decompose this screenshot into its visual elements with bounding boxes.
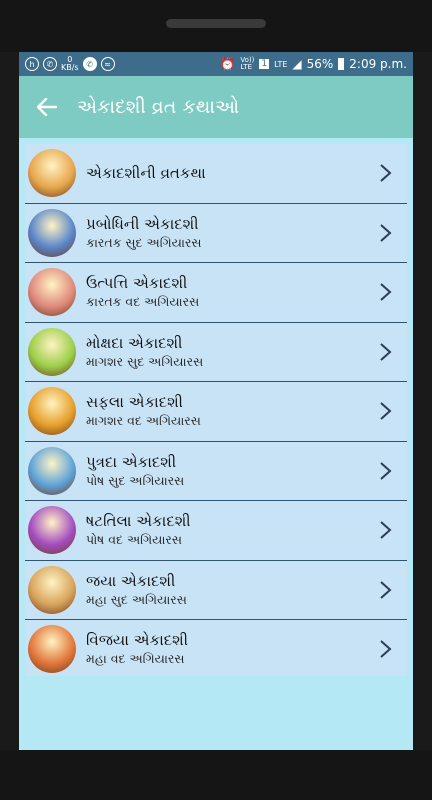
item-title: એકાદશીની વ્રતકથા xyxy=(86,164,206,183)
data-speed: 0 KB/s xyxy=(61,55,79,72)
battery-percent: 56% xyxy=(306,57,334,71)
chevron-right-icon xyxy=(380,224,392,242)
item-subtitle: માગશર સુદ અગિયારસ xyxy=(86,353,204,369)
deity-avatar xyxy=(28,625,76,674)
item-subtitle: મહા સુદ અગિયારસ xyxy=(86,591,187,607)
chevron-right-icon xyxy=(380,402,392,420)
item-title: ષટતિલા એકાદશી xyxy=(86,512,191,531)
list-item[interactable]: પ્રબોધિની એકાદશી કારતક સુદ અગિયારસ xyxy=(25,204,407,263)
battery-icon xyxy=(338,58,345,70)
deity-avatar xyxy=(28,327,76,376)
chevron-right-icon xyxy=(380,521,392,539)
item-title: સફલા એકાદશી xyxy=(86,393,183,412)
deity-avatar xyxy=(28,565,76,614)
item-title: મોક્ષદા એકાદશી xyxy=(86,333,183,352)
clock: 2:09 p.m. xyxy=(349,57,407,71)
list-item[interactable]: પુત્રદા એકાદશી પોષ સુદ અગિયારસ xyxy=(25,442,407,501)
item-subtitle: પોષ સુદ અગિયારસ xyxy=(86,472,185,488)
deity-avatar xyxy=(28,506,76,555)
list-item[interactable]: જયા એકાદશી મહા સુદ અગિયારસ xyxy=(25,561,407,620)
wifi-icon: ≈ xyxy=(100,57,115,71)
item-title: ઉત્પત્તિ એકાદશી xyxy=(86,274,188,293)
app-bar: એકાદશી વ્રત કથાઓ xyxy=(19,76,413,138)
lte-label: LTE xyxy=(274,59,288,69)
list-item[interactable]: સફલા એકાદશી માગશર વદ અગિયારસ xyxy=(25,382,407,442)
list-item[interactable]: એકાદશીની વ્રતકથા xyxy=(25,144,407,204)
status-bar: h ✆ 0 KB/s ✆ ≈ ⏰ Vo)) LTE 1 LTE ◢ 56% 2:0… xyxy=(19,52,413,76)
deity-avatar xyxy=(28,208,76,257)
item-title: પુત્રદા એકાદશી xyxy=(86,452,177,471)
alarm-icon: ⏰ xyxy=(220,57,236,71)
volte-label: Vo)) LTE xyxy=(240,56,255,71)
item-subtitle: કારતક વદ અગિયારસ xyxy=(86,294,200,310)
deity-avatar xyxy=(28,149,76,198)
deity-avatar xyxy=(28,446,76,495)
earpiece-speaker xyxy=(166,19,266,28)
deity-avatar xyxy=(28,387,76,436)
list-item[interactable]: ઉત્પત્તિ એકાદશી કારતક વદ અગિયારસ xyxy=(25,263,407,323)
deity-avatar xyxy=(28,268,76,317)
item-title: પ્રબોધિની એકાદશી xyxy=(86,214,199,233)
item-subtitle: કારતક સુદ અગિયારસ xyxy=(86,234,202,250)
phone-bezel-bottom xyxy=(0,750,432,800)
chevron-right-icon xyxy=(380,164,392,182)
screen: h ✆ 0 KB/s ✆ ≈ ⏰ Vo)) LTE 1 LTE ◢ 56% 2:0… xyxy=(19,52,413,750)
sim-label: 1 xyxy=(259,59,270,69)
back-arrow-icon[interactable] xyxy=(35,95,59,119)
item-subtitle: પોષ વદ અગિયારસ xyxy=(86,532,182,548)
chevron-right-icon xyxy=(380,283,392,301)
chevron-right-icon xyxy=(380,462,392,480)
signal-icon: ◢ xyxy=(292,57,302,71)
list-item[interactable]: વિજયા એકાદશી મહા વદ અગિયારસ xyxy=(25,620,407,679)
item-title: જયા એકાદશી xyxy=(86,571,176,590)
hike-icon: h xyxy=(25,57,39,71)
list-item[interactable]: ષટતિલા એકાદશી પોષ વદ અગિયારસ xyxy=(25,501,407,561)
item-title: વિજયા એકાદશી xyxy=(86,631,188,650)
chevron-right-icon xyxy=(380,343,392,361)
vrat-katha-list: એકાદશીની વ્રતકથા પ્રબોધિની એકાદશી કારતક સ… xyxy=(25,144,407,676)
list-item[interactable]: મોક્ષદા એકાદશી માગશર સુદ અગિયારસ xyxy=(25,323,407,382)
chevron-right-icon xyxy=(380,640,392,658)
item-subtitle: માગશર વદ અગિયારસ xyxy=(86,413,201,429)
phone-icon: ✆ xyxy=(82,57,97,71)
phone-bezel-top xyxy=(0,0,432,52)
whatsapp-icon: ✆ xyxy=(43,57,57,71)
page-title: એકાદશી વ્રત કથાઓ xyxy=(77,96,240,118)
item-subtitle: મહા વદ અગિયારસ xyxy=(86,651,185,667)
chevron-right-icon xyxy=(380,581,392,599)
